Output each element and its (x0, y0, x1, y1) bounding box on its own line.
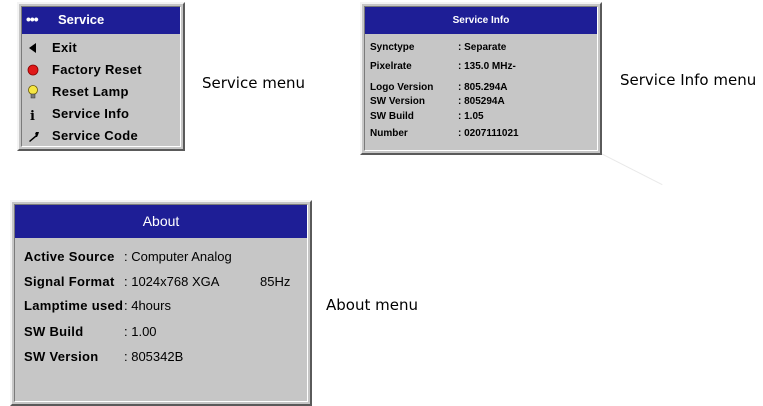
info-value: : Separate (458, 42, 507, 53)
menu-item-label: Exit (52, 40, 78, 55)
menu-item-label: Reset Lamp (52, 84, 129, 99)
info-key: Number (370, 128, 408, 139)
info-value: : 135.0 MHz- (458, 61, 516, 72)
about-refresh-rate: 85Hz (260, 274, 291, 289)
service-menu-titlebar: ••• Service (22, 7, 180, 34)
service-info-title: Service Info (452, 15, 510, 26)
about-value: : 4hours (124, 298, 171, 313)
info-key: Pixelrate (370, 61, 412, 72)
about-menu: About Active Source : Computer Analog Si… (10, 200, 312, 406)
about-key: Lamptime used (24, 298, 124, 313)
service-menu-caption: Service menu (202, 74, 306, 92)
info-value: : 805294A (458, 96, 505, 107)
service-menu: ••• Service Exit Factory Reset Reset Lam… (17, 2, 185, 151)
menu-item-label: Service Info (52, 106, 130, 121)
menu-item-exit[interactable]: Exit (22, 37, 180, 59)
menu-item-label: Service Code (52, 128, 138, 143)
menu-item-reset-lamp[interactable]: Reset Lamp (22, 81, 180, 103)
svg-text:i: i (30, 109, 35, 121)
info-value: : 805.294A (458, 82, 508, 93)
menu-item-service-info[interactable]: i Service Info (22, 103, 180, 125)
about-titlebar: About (15, 205, 307, 238)
menu-item-service-code[interactable]: Service Code (22, 125, 180, 147)
about-key: Active Source (24, 249, 115, 264)
about-title: About (142, 213, 180, 229)
menu-dots-icon: ••• (26, 11, 39, 27)
info-value: : 1.05 (458, 111, 484, 122)
service-info-menu: Service Info Synctype : Separate Pixelra… (360, 2, 602, 155)
about-value: : 1.00 (124, 324, 157, 339)
service-menu-title: Service (58, 12, 105, 27)
info-key: SW Version (370, 96, 426, 107)
about-key: SW Version (24, 349, 99, 364)
service-info-caption: Service Info menu (620, 71, 757, 89)
about-value: : Computer Analog (124, 249, 232, 264)
info-value: : 0207111021 (458, 128, 519, 139)
info-key: Logo Version (370, 82, 434, 93)
info-key: Synctype (370, 42, 415, 53)
menu-item-factory-reset[interactable]: Factory Reset (22, 59, 180, 81)
info-key: SW Build (370, 111, 414, 122)
red-circle-icon (26, 63, 40, 77)
info-icon: i (26, 107, 40, 121)
menu-item-label: Factory Reset (52, 62, 142, 77)
wrench-icon (26, 129, 40, 143)
about-value: : 805342B (124, 349, 184, 364)
about-value: : 1024x768 XGA (124, 274, 220, 289)
about-menu-caption: About menu (326, 296, 418, 314)
lamp-bulb-icon (26, 85, 40, 99)
about-key: SW Build (24, 324, 84, 339)
service-info-titlebar: Service Info (365, 7, 597, 34)
left-arrow-icon (26, 41, 40, 55)
about-key: Signal Format (24, 274, 115, 289)
